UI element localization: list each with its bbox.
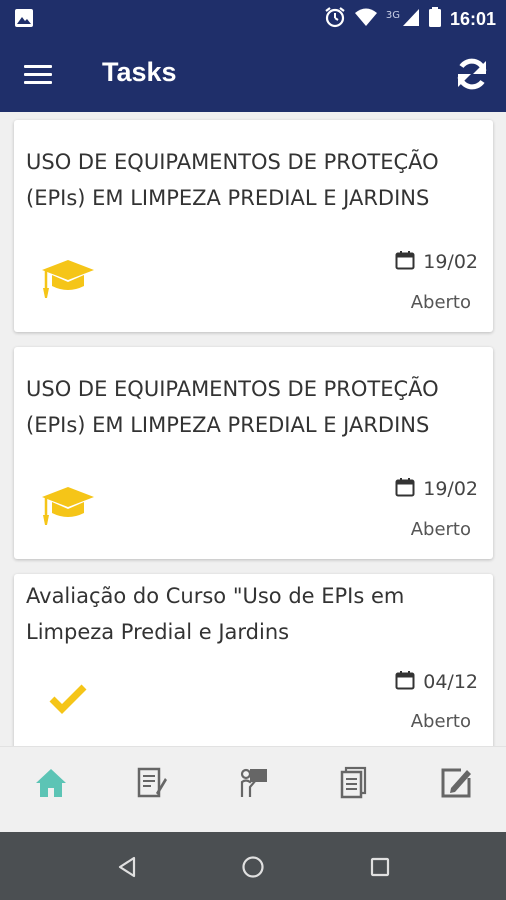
graduation-cap-icon [40,256,96,304]
calendar-icon [395,670,415,694]
task-card[interactable]: USO DE EQUIPAMENTOS DE PROTEÇÃO (EPIs) E… [14,347,493,559]
clock: 16:01 [449,8,496,29]
task-date-value: 19/02 [423,251,478,273]
app-bar: Tasks [0,38,506,112]
system-nav-bar [0,832,506,900]
battery-icon [428,6,442,32]
status-bar: 3G 16:01 [0,0,506,38]
task-card[interactable]: USO DE EQUIPAMENTOS DE PROTEÇÃO (EPIs) E… [14,120,493,332]
documents-icon[interactable] [334,763,374,803]
task-list: USO DE EQUIPAMENTOS DE PROTEÇÃO (EPIs) E… [0,112,506,746]
bottom-nav [0,746,506,832]
document-edit-icon[interactable] [131,763,171,803]
task-title: Avaliação do Curso "Uso de EPIs em Limpe… [26,584,405,644]
task-status: Aberto [410,711,471,732]
checkmark-icon [48,682,88,718]
recents-icon[interactable] [367,854,393,880]
task-title: USO DE EQUIPAMENTOS DE PROTEÇÃO (EPIs) E… [26,150,439,210]
calendar-icon [395,477,415,501]
home-circle-icon[interactable] [240,854,266,880]
task-date-value: 19/02 [423,478,478,500]
task-date-value: 04/12 [423,671,478,693]
network-type-label: 3G [385,9,400,21]
alarm-icon [324,6,346,32]
edit-icon[interactable] [436,763,476,803]
task-date: 19/02 [395,250,478,274]
task-status: Aberto [410,292,471,313]
task-date: 04/12 [395,670,478,694]
back-icon[interactable] [114,854,140,880]
task-card[interactable]: Avaliação do Curso "Uso de EPIs em Limpe… [14,574,493,746]
signal-icon [402,7,420,31]
wifi-icon [354,7,378,31]
graduation-cap-icon [40,483,96,531]
calendar-icon [395,250,415,274]
task-status: Aberto [410,519,471,540]
page-title: Tasks [102,57,177,87]
image-icon [14,9,34,32]
presenter-icon[interactable] [233,763,273,803]
task-title: USO DE EQUIPAMENTOS DE PROTEÇÃO (EPIs) E… [26,377,439,437]
home-icon[interactable] [31,763,71,803]
task-date: 19/02 [395,477,478,501]
menu-icon[interactable] [24,60,56,90]
refresh-icon[interactable] [452,54,492,94]
